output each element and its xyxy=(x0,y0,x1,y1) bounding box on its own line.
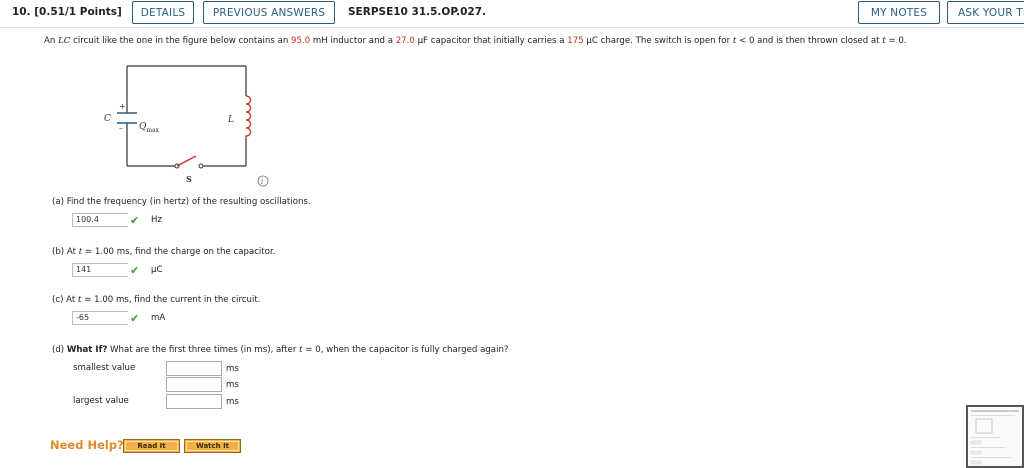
plus-sign: + xyxy=(119,102,126,111)
what-if-label: What If? xyxy=(66,345,108,355)
part-b-unit: µC xyxy=(151,265,163,275)
smallest-value-label: smallest value xyxy=(73,363,136,373)
part-b-answer[interactable]: 141 xyxy=(72,263,128,277)
prompt-text: (c) At xyxy=(52,295,78,305)
problem-statement: An LC circuit like the one in the figure… xyxy=(44,36,907,46)
part-a-answer[interactable]: 100.4 xyxy=(72,213,128,227)
switch-label: S xyxy=(186,174,192,184)
part-a-unit: Hz xyxy=(151,215,162,225)
switch-terminal xyxy=(198,163,204,169)
page-thumbnail[interactable] xyxy=(966,405,1024,468)
switch-arm xyxy=(176,155,197,167)
capacitor-label: C xyxy=(104,114,111,124)
problem-text: circuit like the one in the figure below… xyxy=(70,36,292,46)
problem-text: µC charge. The switch is open for xyxy=(583,36,733,46)
smallest-time-input[interactable] xyxy=(166,361,222,376)
problem-text: = 0. xyxy=(885,36,907,46)
question-header: 10. [0.51/1 Points] DETAILS PREVIOUS ANS… xyxy=(0,0,1024,26)
read-it-button[interactable]: Read It xyxy=(123,439,180,453)
capacitance-value: 27.0 xyxy=(395,36,415,46)
prompt-text: = 1.00 ms, find the charge on the capaci… xyxy=(82,247,276,257)
need-help-label: Need Help? xyxy=(50,438,124,452)
previous-answers-button[interactable]: PREVIOUS ANSWERS xyxy=(203,1,335,24)
details-button[interactable]: DETAILS xyxy=(132,1,194,24)
largest-time-input[interactable] xyxy=(166,394,222,409)
correct-check-icon: ✔ xyxy=(130,312,140,325)
inductance-value: 95.0 xyxy=(291,36,311,46)
problem-lc: LC xyxy=(58,36,71,46)
largest-value-label: largest value xyxy=(73,396,129,406)
part-c-prompt: (c) At t = 1.00 ms, find the current in … xyxy=(52,295,260,305)
correct-check-icon: ✔ xyxy=(130,264,140,277)
lc-circuit-figure: + – C Qmax L S i xyxy=(104,65,269,187)
info-icon-glyph: i xyxy=(261,178,263,186)
middle-time-input[interactable] xyxy=(166,377,222,392)
watch-it-label: Watch It xyxy=(186,441,239,451)
problem-text: An xyxy=(44,36,59,46)
part-d-unit: ms xyxy=(226,380,239,390)
question-number: 10. [0.51/1 Points] xyxy=(12,6,122,18)
prompt-text: = 0, when the capacitor is fully charged… xyxy=(302,345,509,355)
watch-it-button[interactable]: Watch It xyxy=(184,439,241,453)
problem-text: mH inductor and a xyxy=(310,36,396,46)
ask-teacher-button[interactable]: ASK YOUR TE xyxy=(947,1,1024,24)
correct-check-icon: ✔ xyxy=(130,214,140,227)
problem-text: < 0 and is then thrown closed at xyxy=(736,36,883,46)
prompt-text: What are the first three times (in ms), … xyxy=(107,345,300,355)
my-notes-button[interactable]: MY NOTES xyxy=(858,1,940,24)
problem-code: SERPSE10 31.5.OP.027. xyxy=(348,6,487,18)
thumbnail-preview-image xyxy=(970,410,1019,465)
inductor-coil xyxy=(245,95,252,138)
minus-sign: – xyxy=(119,124,123,133)
part-d-unit: ms xyxy=(226,397,239,407)
inductor-label: L xyxy=(227,115,234,125)
prompt-text: (b) At xyxy=(52,247,79,257)
problem-text: µF capacitor that initially carries a xyxy=(414,36,568,46)
part-d-prompt: (d) What If? What are the first three ti… xyxy=(52,345,508,355)
part-b-prompt: (b) At t = 1.00 ms, find the charge on t… xyxy=(52,247,275,257)
part-d-unit: ms xyxy=(226,364,239,374)
charge-value: 175 xyxy=(567,36,584,46)
header-divider xyxy=(0,27,1024,28)
read-it-label: Read It xyxy=(125,441,178,451)
part-a-prompt: (a) Find the frequency (in hertz) of the… xyxy=(52,197,311,207)
prompt-text: = 1.00 ms, find the current in the circu… xyxy=(81,295,261,305)
part-c-unit: mA xyxy=(151,313,166,323)
part-c-answer[interactable]: -65 xyxy=(72,311,128,325)
qmax-label: Qmax xyxy=(139,122,160,134)
prompt-text: (d) xyxy=(52,345,67,355)
